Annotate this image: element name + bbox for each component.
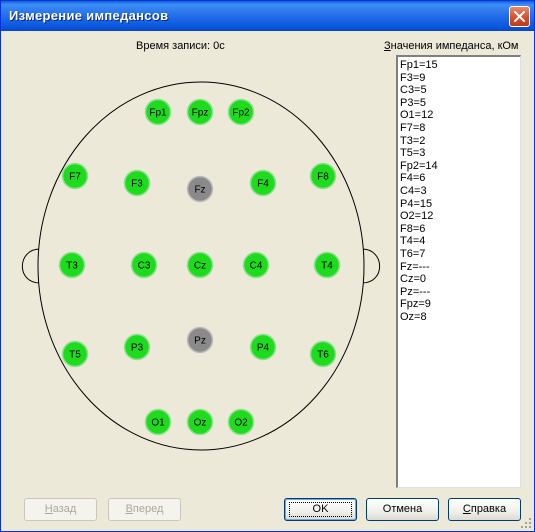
impedance-item[interactable]: P3=5 (400, 97, 520, 110)
electrode-label: Fpz (192, 108, 209, 119)
electrode-label: Fp1 (149, 108, 167, 119)
electrode-c3[interactable]: C3 (130, 251, 158, 279)
ok-button[interactable]: OK (284, 498, 357, 521)
electrode-o2[interactable]: O2 (227, 408, 255, 436)
impedance-item[interactable]: Fp2=14 (400, 160, 520, 173)
electrode-fp2[interactable]: Fp2 (227, 98, 255, 126)
impedance-item[interactable]: Fpz=9 (400, 298, 520, 311)
electrode-fz[interactable]: Fz (186, 175, 214, 203)
electrode-cz[interactable]: Cz (186, 251, 214, 279)
electrode-f3[interactable]: F3 (123, 169, 151, 197)
close-button[interactable] (509, 6, 530, 27)
back-button[interactable]: Назад (24, 498, 97, 521)
impedance-item[interactable]: T6=7 (400, 248, 520, 261)
impedance-item[interactable]: F8=6 (400, 223, 520, 236)
electrode-label: T3 (66, 261, 78, 272)
electrode-p3[interactable]: P3 (123, 333, 151, 361)
electrode-label: Cz (194, 261, 206, 272)
impedance-item[interactable]: C3=5 (400, 84, 520, 97)
electrode-t3[interactable]: T3 (58, 251, 86, 279)
electrode-label: P3 (131, 343, 144, 354)
electrode-label: T4 (321, 261, 333, 272)
impedance-item[interactable]: O1=12 (400, 109, 520, 122)
impedance-dialog: Измерение импедансов Время записи: 0с Зн… (0, 0, 535, 532)
focus-rect (289, 502, 352, 517)
impedance-item[interactable]: F3=9 (400, 72, 520, 85)
electrode-t4[interactable]: T4 (313, 251, 341, 279)
resize-grip-icon[interactable] (520, 517, 532, 529)
electrode-f8[interactable]: F8 (309, 162, 337, 190)
help-button[interactable]: Справка (448, 498, 521, 521)
impedance-item[interactable]: T5=3 (400, 147, 520, 160)
electrode-oz[interactable]: Oz (186, 408, 214, 436)
electrode-label: P4 (257, 343, 270, 354)
electrode-p4[interactable]: P4 (249, 333, 277, 361)
impedance-item[interactable]: O2=12 (400, 210, 520, 223)
impedance-item[interactable]: F7=8 (400, 122, 520, 135)
head-diagram: Fp1 Fpz Fp2 F7 F3 Fz F4 F8 T3 C3 Cz C4 T4 T5 P3 Pz P4 T6 O… (21, 81, 381, 451)
electrode-label: Pz (194, 336, 206, 347)
impedance-item[interactable]: Fz=--- (400, 261, 520, 274)
impedance-item[interactable]: T4=4 (400, 235, 520, 248)
electrode-label: F8 (317, 172, 329, 183)
forward-button[interactable]: Вперед (108, 498, 181, 521)
electrode-f4[interactable]: F4 (249, 169, 277, 197)
electrode-t5[interactable]: T5 (61, 340, 89, 368)
electrode-label: F3 (131, 179, 143, 190)
electrode-c4[interactable]: C4 (242, 251, 270, 279)
impedance-list[interactable]: Fp1=15 F3=9 C3=5 P3=5 O1=12 F7=8 T3=2 T5=3 Fp2=1… (396, 55, 521, 488)
impedance-item[interactable]: F4=6 (400, 172, 520, 185)
impedance-item[interactable]: Cz=0 (400, 273, 520, 286)
electrode-label: C4 (250, 261, 263, 272)
electrode-label: T6 (317, 350, 329, 361)
electrode-label: F7 (69, 172, 81, 183)
close-icon (514, 11, 525, 22)
impedance-item[interactable]: T3=2 (400, 135, 520, 148)
electrode-label: F4 (257, 179, 269, 190)
electrode-label: C3 (138, 261, 151, 272)
electrode-label: Fz (194, 185, 205, 196)
electrode-fpz[interactable]: Fpz (186, 98, 214, 126)
electrode-label: Oz (194, 418, 207, 429)
electrode-label: Fp2 (232, 108, 250, 119)
impedance-list-title: Значения импеданса, кОм (384, 40, 519, 52)
electrode-label: O1 (151, 418, 165, 429)
electrode-pz[interactable]: Pz (186, 326, 214, 354)
impedance-item[interactable]: C4=3 (400, 185, 520, 198)
left-ear (21, 248, 41, 284)
impedance-item[interactable]: Pz=--- (400, 286, 520, 299)
electrode-fp1[interactable]: Fp1 (144, 98, 172, 126)
cancel-button[interactable]: Отмена (366, 498, 439, 521)
electrode-label: O2 (234, 418, 248, 429)
impedance-item[interactable]: P4=15 (400, 198, 520, 211)
right-ear (361, 248, 381, 284)
electrode-t6[interactable]: T6 (309, 340, 337, 368)
electrode-label: T5 (69, 350, 81, 361)
electrode-f7[interactable]: F7 (61, 162, 89, 190)
impedance-item[interactable]: Oz=8 (400, 311, 520, 324)
electrode-o1[interactable]: O1 (144, 408, 172, 436)
impedance-item[interactable]: Fp1=15 (400, 59, 520, 72)
